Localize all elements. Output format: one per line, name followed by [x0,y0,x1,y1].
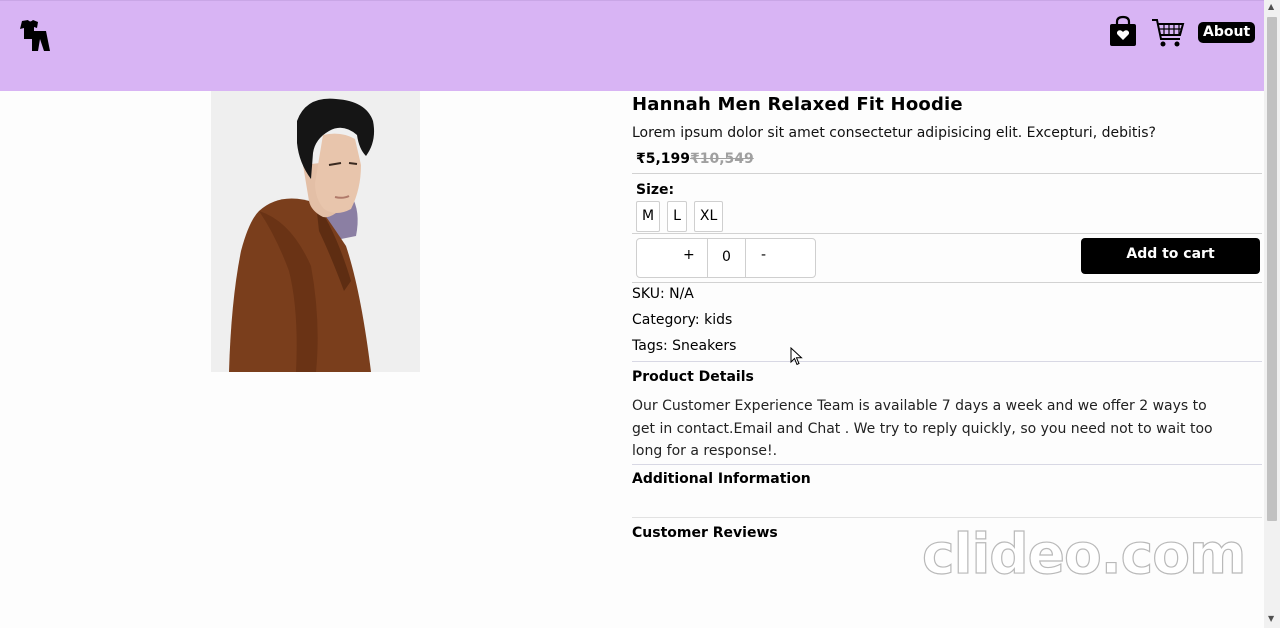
size-option-m[interactable]: M [636,201,661,232]
shopping-bag-heart-icon[interactable] [1108,15,1138,47]
quantity-stepper: + 0 - [636,238,816,278]
divider [632,464,1262,465]
size-label: Size: [636,182,675,198]
size-option-xl[interactable]: XL [693,201,724,232]
quantity-decrease-button[interactable]: - [761,247,766,263]
divider [632,233,1262,234]
product-tags: Tags: Sneakers [632,338,737,354]
watermark: clideo.com [921,521,1247,586]
product-image [211,91,420,372]
size-option-l[interactable]: L [667,201,687,232]
size-options: M L XL [636,201,724,232]
divider [632,517,1262,518]
product-sku: SKU: N/A [632,286,694,302]
divider [632,282,1262,283]
product-details-title: Product Details [632,369,754,385]
product-price: ₹5,199 [636,151,691,167]
product-description: Lorem ipsum dolor sit amet consectetur a… [632,125,1156,141]
add-to-cart-button[interactable]: Add to cart [1081,238,1260,274]
product-title: Hannah Men Relaxed Fit Hoodie [632,94,963,115]
customer-reviews-title: Customer Reviews [632,525,778,541]
divider [632,361,1262,362]
quantity-value: 0 [707,239,746,277]
scroll-down-arrow-icon[interactable]: ▼ [1268,614,1274,623]
mouse-cursor-icon [790,347,803,366]
product-details-body: Our Customer Experience Team is availabl… [632,398,1213,459]
divider [632,173,1262,174]
about-link[interactable]: About [1198,22,1256,43]
shopping-cart-icon[interactable] [1151,17,1185,49]
clothes-icon[interactable] [16,17,52,53]
vertical-scrollbar[interactable]: ▲ ▼ [1264,0,1280,628]
site-header: About [0,0,1264,91]
scrollbar-thumb[interactable] [1267,17,1277,521]
quantity-increase-button[interactable]: + [683,247,695,263]
product-category: Category: kids [632,312,733,328]
hoodie-model-photo [211,91,420,372]
scroll-up-arrow-icon[interactable]: ▲ [1268,2,1274,11]
product-old-price: ₹10,549 [690,151,754,167]
additional-information-title: Additional Information [632,471,811,487]
